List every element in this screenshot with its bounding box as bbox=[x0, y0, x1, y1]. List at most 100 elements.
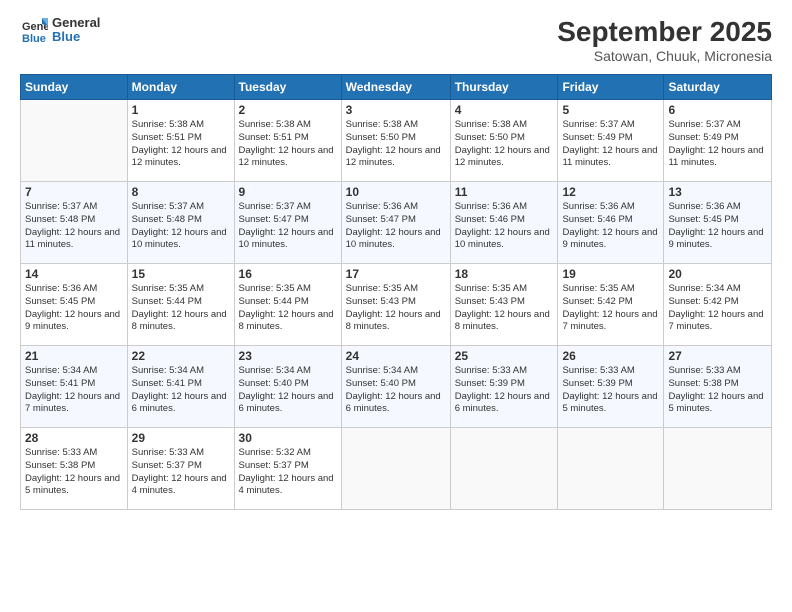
day-number: 15 bbox=[132, 267, 230, 281]
day-info: Sunrise: 5:37 AMSunset: 5:48 PMDaylight:… bbox=[132, 201, 230, 252]
calendar-cell: 20 Sunrise: 5:34 AMSunset: 5:42 PMDaylig… bbox=[664, 264, 772, 346]
day-info: Sunrise: 5:33 AMSunset: 5:38 PMDaylight:… bbox=[668, 365, 767, 416]
col-header-thursday: Thursday bbox=[450, 75, 558, 100]
day-info: Sunrise: 5:34 AMSunset: 5:41 PMDaylight:… bbox=[132, 365, 230, 416]
page: General Blue General Blue September 2025… bbox=[0, 0, 792, 612]
calendar-cell: 3 Sunrise: 5:38 AMSunset: 5:50 PMDayligh… bbox=[341, 100, 450, 182]
day-info: Sunrise: 5:35 AMSunset: 5:42 PMDaylight:… bbox=[562, 283, 659, 334]
day-info: Sunrise: 5:37 AMSunset: 5:49 PMDaylight:… bbox=[562, 119, 659, 170]
calendar-cell: 27 Sunrise: 5:33 AMSunset: 5:38 PMDaylig… bbox=[664, 346, 772, 428]
day-info: Sunrise: 5:33 AMSunset: 5:39 PMDaylight:… bbox=[562, 365, 659, 416]
day-number: 7 bbox=[25, 185, 123, 199]
calendar-cell: 2 Sunrise: 5:38 AMSunset: 5:51 PMDayligh… bbox=[234, 100, 341, 182]
header: General Blue General Blue September 2025… bbox=[20, 16, 772, 64]
day-info: Sunrise: 5:34 AMSunset: 5:40 PMDaylight:… bbox=[239, 365, 337, 416]
day-number: 30 bbox=[239, 431, 337, 445]
calendar-cell: 14 Sunrise: 5:36 AMSunset: 5:45 PMDaylig… bbox=[21, 264, 128, 346]
day-number: 8 bbox=[132, 185, 230, 199]
calendar-cell: 1 Sunrise: 5:38 AMSunset: 5:51 PMDayligh… bbox=[127, 100, 234, 182]
day-number: 24 bbox=[346, 349, 446, 363]
calendar-cell: 5 Sunrise: 5:37 AMSunset: 5:49 PMDayligh… bbox=[558, 100, 664, 182]
day-number: 12 bbox=[562, 185, 659, 199]
day-info: Sunrise: 5:38 AMSunset: 5:51 PMDaylight:… bbox=[239, 119, 337, 170]
day-info: Sunrise: 5:35 AMSunset: 5:43 PMDaylight:… bbox=[346, 283, 446, 334]
day-number: 4 bbox=[455, 103, 554, 117]
calendar-table: SundayMondayTuesdayWednesdayThursdayFrid… bbox=[20, 74, 772, 510]
title-block: September 2025 Satowan, Chuuk, Micronesi… bbox=[557, 16, 772, 64]
calendar-cell: 4 Sunrise: 5:38 AMSunset: 5:50 PMDayligh… bbox=[450, 100, 558, 182]
day-info: Sunrise: 5:36 AMSunset: 5:45 PMDaylight:… bbox=[668, 201, 767, 252]
calendar-cell: 11 Sunrise: 5:36 AMSunset: 5:46 PMDaylig… bbox=[450, 182, 558, 264]
svg-text:Blue: Blue bbox=[22, 33, 46, 44]
day-info: Sunrise: 5:38 AMSunset: 5:51 PMDaylight:… bbox=[132, 119, 230, 170]
day-number: 6 bbox=[668, 103, 767, 117]
col-header-monday: Monday bbox=[127, 75, 234, 100]
day-number: 9 bbox=[239, 185, 337, 199]
day-info: Sunrise: 5:35 AMSunset: 5:44 PMDaylight:… bbox=[239, 283, 337, 334]
calendar-cell: 23 Sunrise: 5:34 AMSunset: 5:40 PMDaylig… bbox=[234, 346, 341, 428]
day-number: 21 bbox=[25, 349, 123, 363]
calendar-header-row: SundayMondayTuesdayWednesdayThursdayFrid… bbox=[21, 75, 772, 100]
day-number: 13 bbox=[668, 185, 767, 199]
day-number: 17 bbox=[346, 267, 446, 281]
calendar-cell bbox=[341, 428, 450, 510]
day-info: Sunrise: 5:32 AMSunset: 5:37 PMDaylight:… bbox=[239, 447, 337, 498]
calendar-cell: 21 Sunrise: 5:34 AMSunset: 5:41 PMDaylig… bbox=[21, 346, 128, 428]
calendar-cell: 25 Sunrise: 5:33 AMSunset: 5:39 PMDaylig… bbox=[450, 346, 558, 428]
day-info: Sunrise: 5:36 AMSunset: 5:46 PMDaylight:… bbox=[562, 201, 659, 252]
col-header-saturday: Saturday bbox=[664, 75, 772, 100]
logo-text-blue: Blue bbox=[52, 30, 100, 44]
day-number: 25 bbox=[455, 349, 554, 363]
day-number: 11 bbox=[455, 185, 554, 199]
calendar-cell bbox=[21, 100, 128, 182]
subtitle: Satowan, Chuuk, Micronesia bbox=[557, 48, 772, 64]
col-header-wednesday: Wednesday bbox=[341, 75, 450, 100]
col-header-sunday: Sunday bbox=[21, 75, 128, 100]
calendar-cell: 7 Sunrise: 5:37 AMSunset: 5:48 PMDayligh… bbox=[21, 182, 128, 264]
calendar-cell: 16 Sunrise: 5:35 AMSunset: 5:44 PMDaylig… bbox=[234, 264, 341, 346]
calendar-cell: 18 Sunrise: 5:35 AMSunset: 5:43 PMDaylig… bbox=[450, 264, 558, 346]
calendar-week-5: 28 Sunrise: 5:33 AMSunset: 5:38 PMDaylig… bbox=[21, 428, 772, 510]
calendar-cell: 9 Sunrise: 5:37 AMSunset: 5:47 PMDayligh… bbox=[234, 182, 341, 264]
day-number: 3 bbox=[346, 103, 446, 117]
calendar-week-3: 14 Sunrise: 5:36 AMSunset: 5:45 PMDaylig… bbox=[21, 264, 772, 346]
day-info: Sunrise: 5:35 AMSunset: 5:44 PMDaylight:… bbox=[132, 283, 230, 334]
day-number: 29 bbox=[132, 431, 230, 445]
day-info: Sunrise: 5:34 AMSunset: 5:42 PMDaylight:… bbox=[668, 283, 767, 334]
calendar-cell bbox=[558, 428, 664, 510]
main-title: September 2025 bbox=[557, 16, 772, 48]
day-number: 1 bbox=[132, 103, 230, 117]
day-number: 27 bbox=[668, 349, 767, 363]
calendar-cell: 6 Sunrise: 5:37 AMSunset: 5:49 PMDayligh… bbox=[664, 100, 772, 182]
day-number: 23 bbox=[239, 349, 337, 363]
day-number: 26 bbox=[562, 349, 659, 363]
day-number: 20 bbox=[668, 267, 767, 281]
day-number: 18 bbox=[455, 267, 554, 281]
day-info: Sunrise: 5:34 AMSunset: 5:40 PMDaylight:… bbox=[346, 365, 446, 416]
calendar-cell: 22 Sunrise: 5:34 AMSunset: 5:41 PMDaylig… bbox=[127, 346, 234, 428]
calendar-cell: 10 Sunrise: 5:36 AMSunset: 5:47 PMDaylig… bbox=[341, 182, 450, 264]
calendar-cell: 29 Sunrise: 5:33 AMSunset: 5:37 PMDaylig… bbox=[127, 428, 234, 510]
day-info: Sunrise: 5:34 AMSunset: 5:41 PMDaylight:… bbox=[25, 365, 123, 416]
day-number: 22 bbox=[132, 349, 230, 363]
calendar-cell: 15 Sunrise: 5:35 AMSunset: 5:44 PMDaylig… bbox=[127, 264, 234, 346]
day-info: Sunrise: 5:36 AMSunset: 5:45 PMDaylight:… bbox=[25, 283, 123, 334]
logo-text-general: General bbox=[52, 16, 100, 30]
day-number: 14 bbox=[25, 267, 123, 281]
calendar-cell: 30 Sunrise: 5:32 AMSunset: 5:37 PMDaylig… bbox=[234, 428, 341, 510]
calendar-week-2: 7 Sunrise: 5:37 AMSunset: 5:48 PMDayligh… bbox=[21, 182, 772, 264]
calendar-cell: 26 Sunrise: 5:33 AMSunset: 5:39 PMDaylig… bbox=[558, 346, 664, 428]
day-info: Sunrise: 5:35 AMSunset: 5:43 PMDaylight:… bbox=[455, 283, 554, 334]
day-info: Sunrise: 5:38 AMSunset: 5:50 PMDaylight:… bbox=[455, 119, 554, 170]
logo-icon: General Blue bbox=[20, 16, 48, 44]
day-info: Sunrise: 5:37 AMSunset: 5:47 PMDaylight:… bbox=[239, 201, 337, 252]
calendar-week-4: 21 Sunrise: 5:34 AMSunset: 5:41 PMDaylig… bbox=[21, 346, 772, 428]
calendar-cell bbox=[450, 428, 558, 510]
calendar-week-1: 1 Sunrise: 5:38 AMSunset: 5:51 PMDayligh… bbox=[21, 100, 772, 182]
calendar-cell: 13 Sunrise: 5:36 AMSunset: 5:45 PMDaylig… bbox=[664, 182, 772, 264]
calendar-cell bbox=[664, 428, 772, 510]
day-info: Sunrise: 5:36 AMSunset: 5:46 PMDaylight:… bbox=[455, 201, 554, 252]
calendar-cell: 28 Sunrise: 5:33 AMSunset: 5:38 PMDaylig… bbox=[21, 428, 128, 510]
logo: General Blue General Blue bbox=[20, 16, 100, 45]
calendar-cell: 17 Sunrise: 5:35 AMSunset: 5:43 PMDaylig… bbox=[341, 264, 450, 346]
